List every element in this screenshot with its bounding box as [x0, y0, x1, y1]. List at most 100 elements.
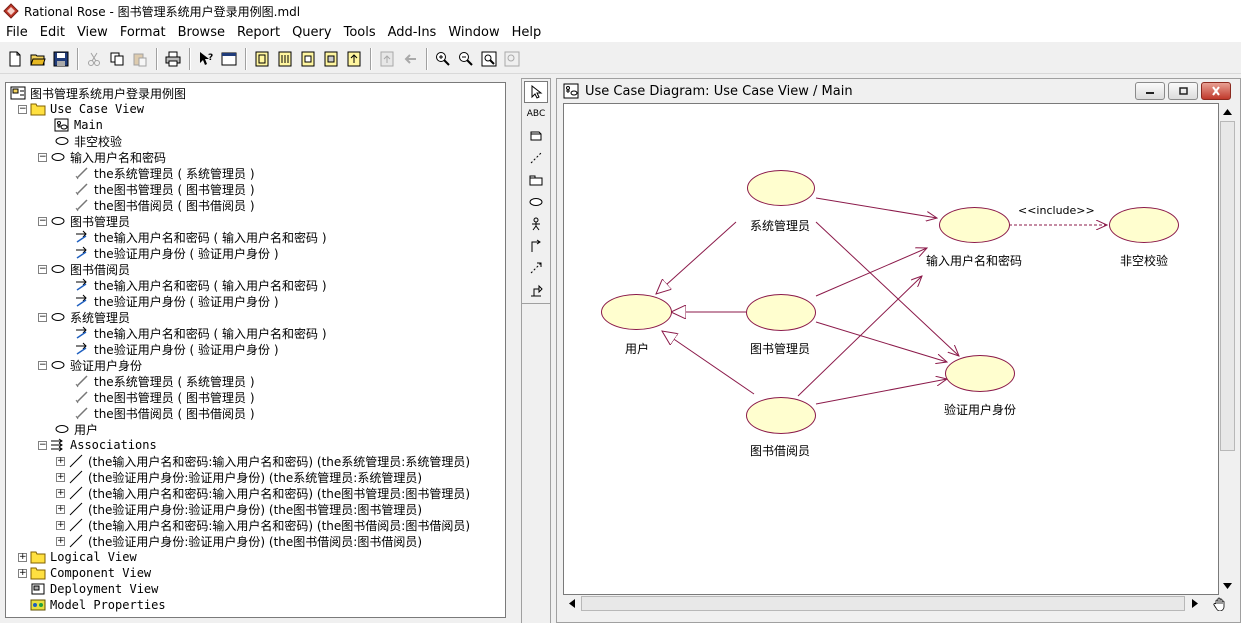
tree-node-actor[interactable]: 用户 — [6, 421, 505, 437]
use-case-tsgly[interactable] — [746, 294, 816, 331]
collapse-toggle[interactable]: − — [38, 360, 47, 370]
expand-toggle[interactable]: + — [56, 488, 65, 498]
menu-report[interactable]: Report — [231, 25, 286, 40]
tree-node-use-case-view[interactable]: − Use Case View — [6, 101, 505, 117]
scroll-down-button[interactable] — [1220, 578, 1235, 593]
tree-node-role[interactable]: the系统管理员 ( 系统管理员 ) — [6, 165, 505, 181]
view-doc-button[interactable] — [218, 48, 240, 70]
tree-node-role[interactable]: the系统管理员 ( 系统管理员 ) — [6, 373, 505, 389]
tree-node-use-case[interactable]: − 验证用户身份 — [6, 357, 505, 373]
collapse-toggle[interactable]: − — [38, 440, 47, 450]
tree-node-use-case[interactable]: − 输入用户名和密码 — [6, 149, 505, 165]
browse-component-diagram-button[interactable] — [297, 48, 319, 70]
generalization-xtgly-yonghu[interactable] — [656, 221, 737, 294]
go-back-button[interactable] — [399, 48, 421, 70]
association-xtgly-yanzheng[interactable] — [815, 221, 959, 356]
tree-node-role[interactable]: the图书借阅员 ( 图书借阅员 ) — [6, 197, 505, 213]
use-case-tsjyy[interactable] — [746, 397, 816, 434]
association-tsjyy-shuru[interactable] — [797, 276, 922, 397]
expand-toggle[interactable]: + — [18, 568, 27, 578]
tree-node-association[interactable]: + (the验证用户身份:验证用户身份) (the图书管理员:图书管理员) — [6, 501, 505, 517]
tool-actor[interactable] — [524, 213, 548, 235]
generalization-tsjyy-yonghu[interactable] — [662, 331, 755, 395]
collapse-toggle[interactable]: − — [38, 264, 47, 274]
menu-browse[interactable]: Browse — [172, 25, 231, 40]
horizontal-scroll-thumb[interactable] — [581, 596, 1185, 611]
zoom-in-button[interactable] — [432, 48, 454, 70]
paste-button[interactable] — [129, 48, 151, 70]
print-button[interactable] — [162, 48, 184, 70]
copy-button[interactable] — [106, 48, 128, 70]
tree-node-use-case[interactable]: 非空校验 — [6, 133, 505, 149]
browse-parent-button[interactable] — [343, 48, 365, 70]
browse-deployment-diagram-button[interactable] — [320, 48, 342, 70]
expand-toggle[interactable]: + — [56, 472, 65, 482]
context-help-button[interactable]: ? — [195, 48, 217, 70]
tree-node-role[interactable]: the输入用户名和密码 ( 输入用户名和密码 ) — [6, 277, 505, 293]
menu-view[interactable]: View — [71, 25, 114, 40]
save-button[interactable] — [50, 48, 72, 70]
menu-help[interactable]: Help — [506, 25, 548, 40]
tree-node-deployment-view[interactable]: Deployment View — [6, 581, 505, 597]
scroll-right-button[interactable] — [1187, 596, 1202, 611]
tree-node-model-properties[interactable]: Model Properties — [6, 597, 505, 613]
vertical-scrollbar[interactable] — [1219, 103, 1236, 595]
tool-generalization[interactable] — [524, 279, 548, 301]
expand-toggle[interactable]: + — [56, 536, 65, 546]
vertical-scroll-thumb[interactable] — [1220, 121, 1235, 451]
association-xtgly-shuru[interactable] — [815, 197, 937, 218]
browse-previous-diagram-button[interactable] — [376, 48, 398, 70]
tool-selection[interactable] — [524, 81, 548, 103]
tool-note[interactable] — [524, 125, 548, 147]
undo-fit-in-window-button[interactable] — [501, 48, 523, 70]
tree-node-actor[interactable]: − 图书管理员 — [6, 213, 505, 229]
tool-package[interactable] — [524, 169, 548, 191]
use-case-yonghu[interactable] — [601, 294, 672, 330]
tree-node-root[interactable]: 图书管理系统用户登录用例图 — [6, 85, 505, 101]
diagram-canvas[interactable]: 系统管理员 图书管理员 图书借阅员 用户 输入用户名和密码 验证用户身份 非空校… — [563, 103, 1219, 595]
tool-text-box[interactable]: ABC — [524, 103, 548, 125]
tree-node-component-view[interactable]: + Component View — [6, 565, 505, 581]
tree-node-actor[interactable]: − 图书借阅员 — [6, 261, 505, 277]
expand-toggle[interactable]: + — [56, 504, 65, 514]
tree-node-association[interactable]: + (the输入用户名和密码:输入用户名和密码) (the系统管理员:系统管理员… — [6, 453, 505, 469]
tree-node-role[interactable]: the验证用户身份 ( 验证用户身份 ) — [6, 245, 505, 261]
tree-node-main[interactable]: Main — [6, 117, 505, 133]
browse-interaction-diagram-button[interactable] — [274, 48, 296, 70]
association-tsgly-shuru[interactable] — [815, 248, 927, 297]
restore-button[interactable] — [1168, 82, 1198, 100]
expand-toggle[interactable]: + — [56, 520, 65, 530]
use-case-feikong[interactable] — [1109, 207, 1179, 243]
tool-unidirectional-association[interactable] — [524, 235, 548, 257]
tree-node-role[interactable]: the输入用户名和密码 ( 输入用户名和密码 ) — [6, 229, 505, 245]
expand-toggle[interactable]: + — [56, 456, 65, 466]
menu-file[interactable]: File — [0, 25, 34, 40]
collapse-toggle[interactable]: − — [38, 312, 47, 322]
menu-add-ins[interactable]: Add-Ins — [382, 25, 443, 40]
open-button[interactable] — [27, 48, 49, 70]
association-tsgly-yanzheng[interactable] — [815, 321, 947, 362]
horizontal-scrollbar[interactable] — [563, 595, 1203, 612]
tree-node-association[interactable]: + (the验证用户身份:验证用户身份) (the图书借阅员:图书借阅员) — [6, 533, 505, 549]
use-case-shuru[interactable] — [939, 207, 1010, 243]
use-case-xtgly[interactable] — [747, 170, 815, 206]
use-case-yanzheng[interactable] — [945, 355, 1015, 392]
tree-node-role[interactable]: the验证用户身份 ( 验证用户身份 ) — [6, 293, 505, 309]
tool-use-case[interactable] — [524, 191, 548, 213]
tree-node-role[interactable]: the图书借阅员 ( 图书借阅员 ) — [6, 405, 505, 421]
fit-in-window-button[interactable] — [478, 48, 500, 70]
zoom-out-button[interactable] — [455, 48, 477, 70]
tree-node-association[interactable]: + (the输入用户名和密码:输入用户名和密码) (the图书管理员:图书管理员… — [6, 485, 505, 501]
association-tsjyy-yanzheng[interactable] — [815, 379, 947, 405]
close-button[interactable] — [1201, 82, 1231, 100]
tree-node-role[interactable]: the验证用户身份 ( 验证用户身份 ) — [6, 341, 505, 357]
tree-node-role[interactable]: the输入用户名和密码 ( 输入用户名和密码 ) — [6, 325, 505, 341]
pan-button[interactable] — [1203, 595, 1236, 612]
minimize-button[interactable] — [1135, 82, 1165, 100]
menu-window[interactable]: Window — [442, 25, 505, 40]
browse-class-diagram-button[interactable] — [251, 48, 273, 70]
tool-dependency[interactable] — [524, 257, 548, 279]
tree-node-actor[interactable]: − 系统管理员 — [6, 309, 505, 325]
tree-node-association[interactable]: + (the输入用户名和密码:输入用户名和密码) (the图书借阅员:图书借阅员… — [6, 517, 505, 533]
expand-toggle[interactable]: + — [18, 552, 27, 562]
